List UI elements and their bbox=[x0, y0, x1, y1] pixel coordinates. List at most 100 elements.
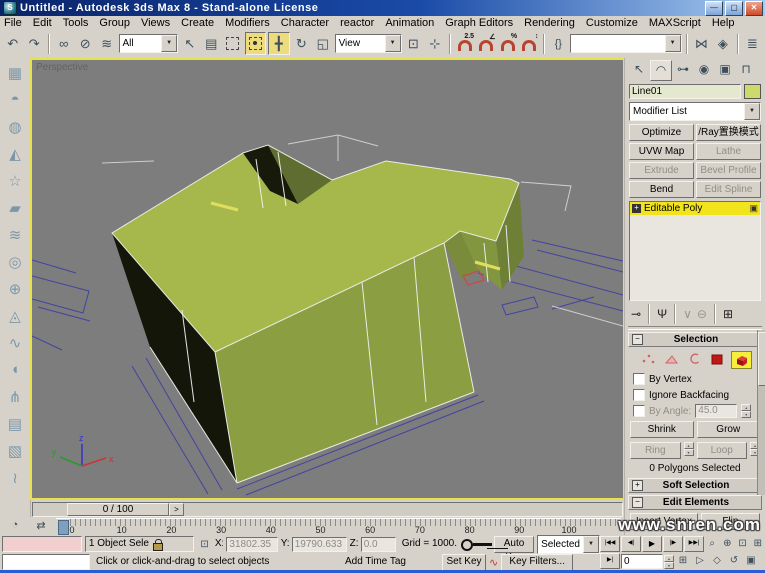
select-and-manipulate-icon[interactable]: ⊹ bbox=[425, 33, 445, 54]
utilities-grid-icon[interactable]: ▧ bbox=[3, 439, 27, 462]
macro-recorder-field[interactable] bbox=[2, 536, 82, 552]
schematic-icon[interactable]: ▤ bbox=[3, 412, 27, 435]
menu-graph-editors[interactable]: Graph Editors bbox=[445, 17, 513, 29]
spinner-snap-icon[interactable]: ↕ bbox=[519, 33, 539, 54]
selection-rollout-header[interactable]: − Selection bbox=[628, 332, 762, 347]
shrink-button[interactable]: Shrink bbox=[630, 421, 694, 438]
named-selection-sets-icon[interactable]: {} bbox=[549, 33, 569, 54]
key-selection-dropdown[interactable]: Selected ▼ bbox=[537, 535, 600, 554]
menu-help[interactable]: Help bbox=[712, 17, 735, 29]
rendering-icon[interactable]: ∿ bbox=[3, 331, 27, 354]
particles-icon[interactable]: ◭ bbox=[3, 142, 27, 165]
rectangular-selection-region-icon[interactable] bbox=[223, 33, 243, 54]
pin-stack-icon[interactable]: ⊸ bbox=[631, 307, 641, 321]
expand-icon[interactable]: + bbox=[632, 204, 641, 213]
viewport-perspective[interactable]: Perspective bbox=[30, 58, 625, 500]
space-warps-icon[interactable]: ≋ bbox=[3, 223, 27, 246]
by-vertex-checkbox[interactable] bbox=[633, 373, 645, 385]
bind-to-space-warp-icon[interactable]: ≋ bbox=[97, 33, 117, 54]
zoom-extents-all-icon[interactable]: ⊞ bbox=[751, 537, 765, 551]
object-color-swatch[interactable] bbox=[744, 84, 761, 99]
z-coordinate-field[interactable]: 0.0 bbox=[361, 537, 396, 552]
chevron-down-icon[interactable]: ▼ bbox=[665, 35, 681, 52]
menu-file[interactable]: File bbox=[4, 17, 22, 29]
object-name-field[interactable]: Line01 bbox=[629, 84, 741, 99]
border-mode-icon[interactable] bbox=[685, 351, 704, 367]
menu-character[interactable]: Character bbox=[281, 17, 329, 29]
new-key-curve-icon[interactable]: ∿ bbox=[489, 556, 498, 569]
transform-typein-icon[interactable]: ⊡ bbox=[197, 536, 212, 552]
ring-spinner[interactable]: ▴▾ bbox=[684, 442, 694, 456]
menu-rendering[interactable]: Rendering bbox=[524, 17, 575, 29]
next-frame-button[interactable]: |▶ bbox=[663, 536, 683, 552]
select-object-icon[interactable]: ↖ bbox=[180, 33, 200, 54]
lights-cameras-icon[interactable]: ▰ bbox=[3, 196, 27, 219]
viewport-label[interactable]: Perspective bbox=[36, 62, 88, 73]
go-to-start-button[interactable]: |◀◀ bbox=[600, 536, 620, 552]
frame-spinner[interactable]: ▴▾ bbox=[664, 555, 674, 568]
maximize-button[interactable]: ▢ bbox=[725, 1, 743, 16]
expand-icon[interactable]: + bbox=[632, 480, 643, 491]
grow-button[interactable]: Grow bbox=[697, 421, 761, 438]
mini-curve-editor-button[interactable]: ◔ bbox=[4, 519, 26, 534]
y-coordinate-field[interactable]: 19790.633 bbox=[292, 537, 347, 552]
time-slider-next-button[interactable]: > bbox=[169, 503, 184, 516]
set-key-button[interactable]: Set Key bbox=[442, 554, 486, 571]
shapes-icon[interactable]: ◓ bbox=[3, 88, 27, 111]
chevron-down-icon[interactable]: ▼ bbox=[744, 103, 760, 120]
select-and-rotate-icon[interactable]: ↻ bbox=[292, 33, 312, 54]
track-bar-ruler[interactable]: 0102030405060708090100 bbox=[56, 518, 621, 535]
chevron-down-icon[interactable]: ▼ bbox=[583, 536, 599, 553]
panel-scrollbar[interactable] bbox=[757, 330, 765, 495]
field-of-view-icon[interactable]: ▷ bbox=[692, 554, 708, 568]
modifier-list-dropdown[interactable]: Modifier List ▼ bbox=[629, 102, 761, 121]
snaps-toggle-icon[interactable]: 2.5 bbox=[455, 33, 475, 54]
menu-maxscript[interactable]: MAXScript bbox=[649, 17, 701, 29]
tab-motion-icon[interactable]: ◉ bbox=[694, 60, 714, 79]
min-max-toggle-icon[interactable]: ▣ bbox=[743, 554, 759, 568]
undo-icon[interactable]: ↶ bbox=[3, 33, 23, 54]
time-marker[interactable] bbox=[58, 520, 69, 535]
minimize-button[interactable]: — bbox=[705, 1, 723, 16]
menu-create[interactable]: Create bbox=[181, 17, 214, 29]
modeling-icon[interactable]: ◬ bbox=[3, 304, 27, 327]
edge-mode-icon[interactable] bbox=[662, 351, 681, 367]
title-bar[interactable]: S Untitled - Autodesk 3ds Max 8 - Stand-… bbox=[0, 0, 765, 16]
play-button[interactable]: ▶ bbox=[642, 536, 662, 552]
bones-icon[interactable]: ≀ bbox=[3, 466, 27, 489]
collapse-icon[interactable]: − bbox=[632, 497, 643, 508]
auto-key-button[interactable]: Auto Key bbox=[494, 536, 534, 553]
zoom-all-icon[interactable]: ⊕ bbox=[720, 537, 734, 551]
angle-snap-icon[interactable]: ∠ bbox=[476, 33, 496, 54]
set-keys-button[interactable] bbox=[460, 537, 491, 551]
menu-tools[interactable]: Tools bbox=[63, 17, 89, 29]
tab-create-icon[interactable]: ↖ bbox=[629, 60, 649, 79]
key-filters-button[interactable]: Key Filters... bbox=[501, 554, 573, 571]
add-time-tag-label[interactable]: Add Time Tag bbox=[342, 555, 408, 569]
close-button[interactable]: ✕ bbox=[745, 1, 763, 16]
tab-hierarchy-icon[interactable]: ⊶ bbox=[673, 60, 693, 79]
modifier-stack-list[interactable]: + Editable Poly ▣ bbox=[629, 201, 761, 301]
zoom-icon[interactable]: ⌕ bbox=[705, 537, 719, 551]
selection-filter-dropdown[interactable]: All ▼ bbox=[119, 34, 179, 53]
objects-icon[interactable]: ▦ bbox=[3, 61, 27, 84]
time-slider-button[interactable]: 0 / 100 bbox=[67, 503, 169, 516]
x-coordinate-field[interactable]: 31802.35 bbox=[226, 537, 277, 552]
compounds-icon[interactable]: ◍ bbox=[3, 115, 27, 138]
select-and-scale-icon[interactable]: ◱ bbox=[313, 33, 333, 54]
chevron-down-icon[interactable]: ▼ bbox=[161, 35, 177, 52]
materials-icon[interactable]: ◖ bbox=[3, 358, 27, 381]
element-mode-icon[interactable] bbox=[731, 351, 752, 369]
key-mode-toggle-button[interactable]: ▶| bbox=[600, 553, 620, 569]
arc-rotate-icon[interactable]: ↺ bbox=[726, 554, 742, 568]
ignore-backfacing-checkbox[interactable] bbox=[633, 389, 645, 401]
menu-customize[interactable]: Customize bbox=[586, 17, 638, 29]
maxscript-mini-listener-field[interactable] bbox=[2, 554, 90, 570]
redo-icon[interactable]: ↷ bbox=[25, 33, 45, 54]
menu-edit[interactable]: Edit bbox=[33, 17, 52, 29]
helpers-icon[interactable]: ◎ bbox=[3, 250, 27, 273]
unlink-selection-icon[interactable]: ⊘ bbox=[76, 33, 96, 54]
tab-display-icon[interactable]: ▣ bbox=[715, 60, 735, 79]
uvw-map-button[interactable]: UVW Map bbox=[629, 143, 694, 160]
stack-item-editable-poly[interactable]: + Editable Poly ▣ bbox=[630, 202, 760, 215]
